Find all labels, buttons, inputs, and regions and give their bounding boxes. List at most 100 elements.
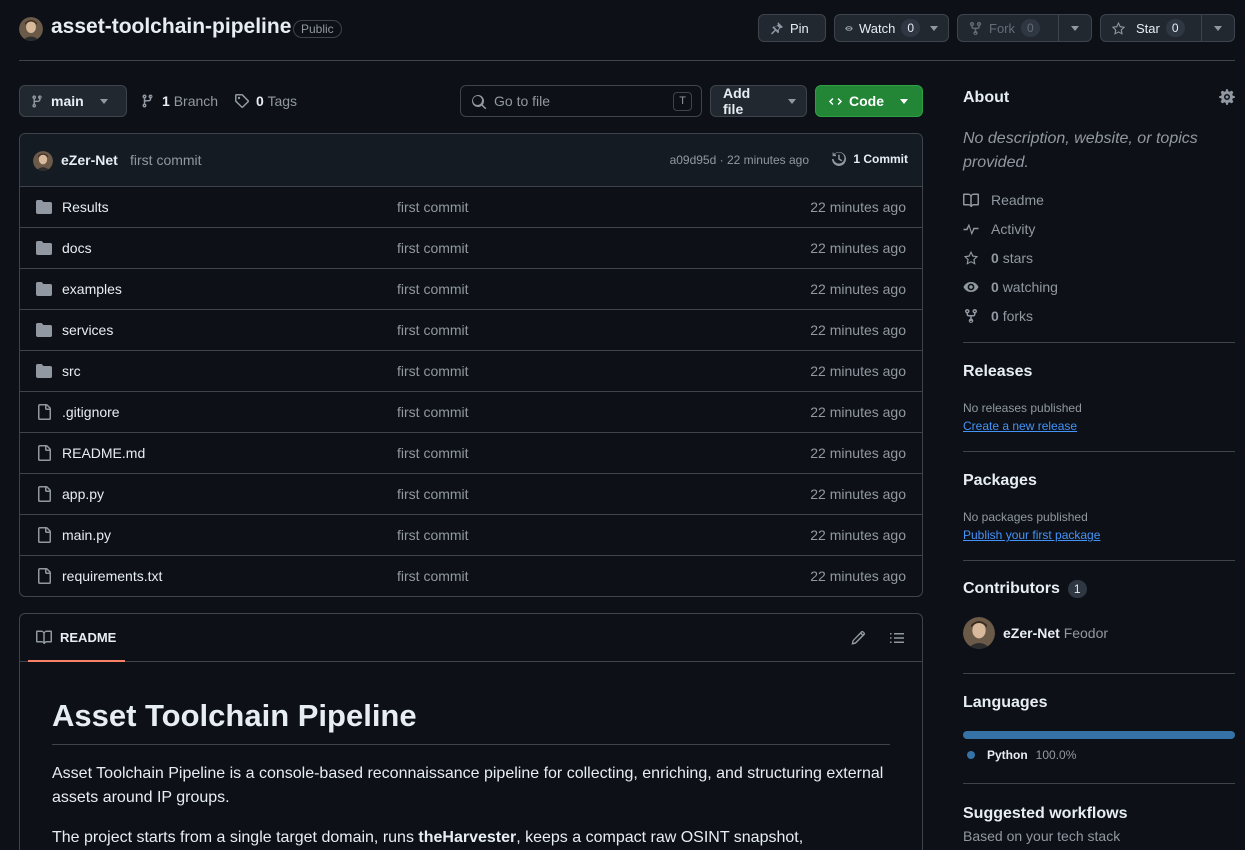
add-file-button[interactable]: Add file: [710, 85, 807, 117]
folder-icon: [36, 282, 52, 296]
fork-label: Fork: [989, 20, 1015, 36]
add-file-label: Add file: [723, 85, 751, 117]
branch-icon: [142, 94, 153, 108]
file-commit-message[interactable]: first commit: [397, 404, 469, 420]
table-row[interactable]: main.py first commit 22 minutes ago: [20, 515, 922, 556]
eye-icon: [845, 25, 853, 31]
book-icon: [36, 630, 52, 644]
file-name-link[interactable]: app.py: [62, 486, 104, 502]
readme-panel: README Asset Toolchain Pipeline Asset To…: [19, 613, 923, 850]
language-item-python[interactable]: Python 100.0%: [967, 748, 1076, 762]
contributors-heading-row[interactable]: Contributors 1: [963, 580, 1087, 598]
activity-link[interactable]: Activity: [963, 221, 1035, 237]
table-row[interactable]: examples first commit 22 minutes ago: [20, 269, 922, 310]
file-name-link[interactable]: requirements.txt: [62, 568, 162, 584]
file-icon: [38, 527, 51, 543]
sidebar-divider: [963, 342, 1235, 343]
watching-label: watching: [1002, 279, 1058, 295]
tags-link[interactable]: 0 Tags: [234, 93, 297, 109]
table-row[interactable]: .gitignore first commit 22 minutes ago: [20, 392, 922, 433]
file-name-link[interactable]: docs: [62, 240, 92, 256]
pin-icon: [771, 21, 783, 34]
pin-button[interactable]: Pin: [758, 14, 826, 42]
repo-name-link[interactable]: asset-toolchain-pipeline: [51, 15, 291, 39]
visibility-badge: Public: [293, 20, 342, 38]
file-commit-message[interactable]: first commit: [397, 199, 469, 215]
readme-title-divider: [52, 744, 890, 745]
code-label: Code: [849, 93, 884, 109]
forks-link[interactable]: 0 forks: [963, 308, 1033, 324]
table-row[interactable]: app.py first commit 22 minutes ago: [20, 474, 922, 515]
about-description: No description, website, or topics provi…: [963, 130, 1198, 171]
watching-count: 0: [991, 279, 999, 295]
file-commit-message[interactable]: first commit: [397, 363, 469, 379]
packages-heading[interactable]: Packages: [963, 472, 1037, 490]
table-row[interactable]: requirements.txt first commit 22 minutes a…: [20, 556, 922, 596]
tag-icon: [234, 94, 250, 108]
language-name: Python: [987, 748, 1028, 762]
fork-dropdown-icon[interactable]: [1071, 26, 1079, 31]
branch-select-button[interactable]: main: [19, 85, 127, 117]
file-name-link[interactable]: services: [62, 322, 113, 338]
file-commit-message[interactable]: first commit: [397, 240, 469, 256]
go-to-file-search[interactable]: Go to file T: [460, 85, 702, 117]
file-commit-message[interactable]: first commit: [397, 322, 469, 338]
star-dropdown-icon[interactable]: [1214, 26, 1222, 31]
file-commit-message[interactable]: first commit: [397, 486, 469, 502]
code-button[interactable]: Code: [815, 85, 923, 117]
file-name-link[interactable]: Results: [62, 199, 109, 215]
file-commit-message[interactable]: first commit: [397, 281, 469, 297]
table-row[interactable]: services first commit 22 minutes ago: [20, 310, 922, 351]
contributors-count: 1: [1067, 580, 1087, 598]
search-input[interactable]: Go to file: [494, 93, 550, 109]
contributor-name[interactable]: eZer-Net Feodor: [1003, 625, 1108, 641]
sidebar-divider: [963, 560, 1235, 561]
commit-author-avatar[interactable]: [33, 151, 53, 171]
star-icon: [963, 250, 979, 265]
file-icon: [38, 404, 51, 420]
file-name-link[interactable]: examples: [62, 281, 122, 297]
star-button[interactable]: Star 0: [1100, 14, 1235, 42]
branch-icon: [32, 94, 42, 108]
file-commit-message[interactable]: first commit: [397, 445, 469, 461]
watching-link[interactable]: 0 watching: [963, 279, 1058, 295]
file-commit-message[interactable]: first commit: [397, 568, 469, 584]
commit-hash-time[interactable]: a09d95d · 22 minutes ago: [670, 153, 809, 167]
readme-link[interactable]: Readme: [963, 192, 1044, 208]
table-row[interactable]: docs first commit 22 minutes ago: [20, 228, 922, 269]
commit-history-link[interactable]: 1 Commit: [831, 151, 908, 167]
fork-button[interactable]: Fork 0: [957, 14, 1092, 42]
file-name-link[interactable]: main.py: [62, 527, 111, 543]
book-icon: [963, 193, 979, 207]
file-name-link[interactable]: src: [62, 363, 81, 379]
table-row[interactable]: src first commit 22 minutes ago: [20, 351, 922, 392]
table-row[interactable]: Results first commit 22 minutes ago: [20, 187, 922, 228]
branches-link[interactable]: 1 Branch: [140, 93, 218, 109]
chevron-down-icon: [99, 98, 108, 104]
file-commit-message[interactable]: first commit: [397, 527, 469, 543]
file-name-link[interactable]: .gitignore: [62, 404, 120, 420]
file-name-link[interactable]: README.md: [62, 445, 145, 461]
commit-author[interactable]: eZer-Net: [61, 152, 118, 168]
contributor-avatar[interactable]: [963, 617, 995, 649]
stars-link[interactable]: 0 stars: [963, 250, 1033, 266]
contributors-heading: Contributors: [963, 580, 1060, 597]
gear-icon[interactable]: [1219, 89, 1235, 105]
readme-tab-label: README: [60, 629, 117, 645]
stars-label: stars: [1002, 250, 1034, 266]
create-release-link[interactable]: Create a new release: [963, 419, 1077, 433]
table-row[interactable]: README.md first commit 22 minutes ago: [20, 433, 922, 474]
sidebar-divider: [963, 783, 1235, 784]
folder-icon: [36, 364, 52, 378]
watch-button[interactable]: Watch 0: [834, 14, 949, 42]
outline-list-icon[interactable]: [889, 630, 905, 646]
commit-message[interactable]: first commit: [130, 152, 202, 168]
readme-paragraph-2: The project starts from a single target …: [52, 829, 804, 846]
publish-package-link[interactable]: Publish your first package: [963, 528, 1100, 542]
tab-readme[interactable]: README: [28, 614, 125, 662]
branch-name: main: [51, 93, 84, 109]
owner-avatar[interactable]: [19, 17, 43, 41]
edit-pencil-icon[interactable]: [850, 630, 866, 646]
sidebar-divider: [963, 673, 1235, 674]
releases-heading[interactable]: Releases: [963, 363, 1032, 381]
